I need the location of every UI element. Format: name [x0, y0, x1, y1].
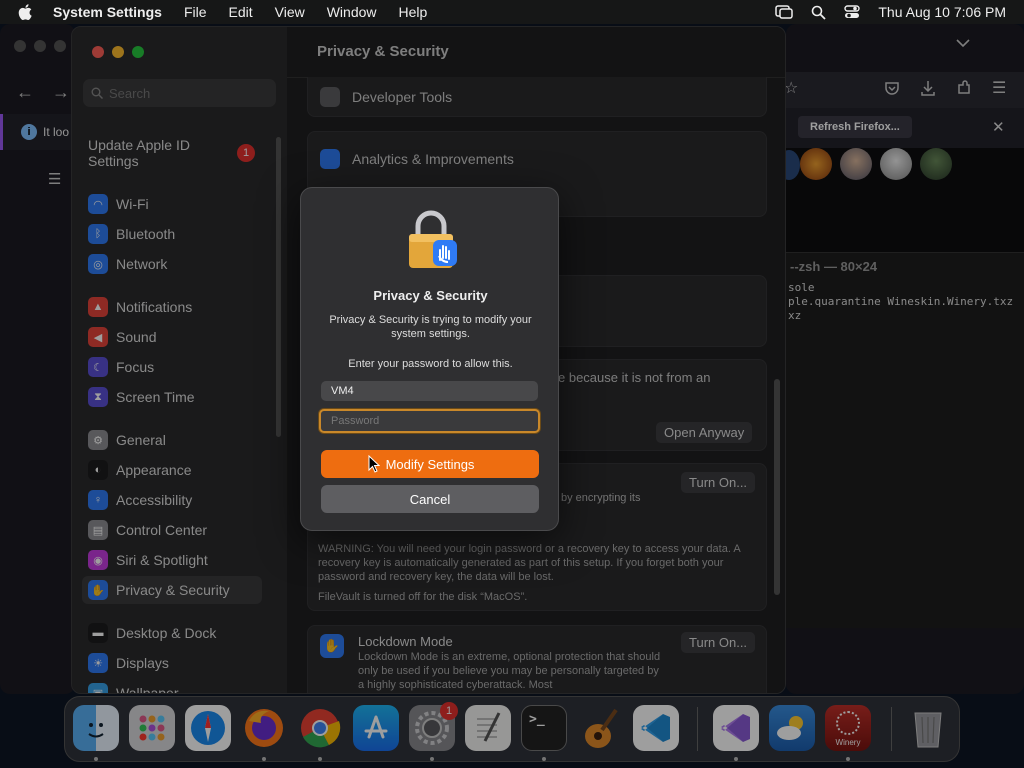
cancel-button[interactable]: Cancel	[321, 485, 539, 513]
modify-settings-button[interactable]: Modify Settings	[321, 450, 539, 478]
mouse-cursor-icon	[368, 454, 381, 478]
menu-help[interactable]: Help	[399, 4, 428, 20]
dialog-title: Privacy & Security	[373, 288, 488, 303]
authorization-dialog: Privacy & Security Privacy & Security is…	[300, 187, 559, 531]
menu-window[interactable]: Window	[327, 4, 377, 20]
lock-hand-icon	[405, 210, 461, 270]
menu-edit[interactable]: Edit	[229, 4, 253, 20]
spotlight-search-icon[interactable]	[811, 5, 826, 20]
dialog-message: Privacy & Security is trying to modify y…	[329, 314, 532, 340]
screen-mirroring-icon[interactable]	[775, 5, 794, 19]
username-field[interactable]	[321, 381, 538, 401]
menu-file[interactable]: File	[184, 4, 207, 20]
apple-menu-icon[interactable]	[18, 4, 32, 20]
menu-view[interactable]: View	[275, 4, 305, 20]
dialog-prompt: Enter your password to allow this.	[348, 358, 513, 370]
menu-bar: System Settings File Edit View Window He…	[0, 0, 1024, 24]
password-field[interactable]	[319, 409, 540, 433]
menu-clock[interactable]: Thu Aug 10 7:06 PM	[878, 4, 1006, 20]
app-menu[interactable]: System Settings	[53, 4, 162, 20]
control-center-icon[interactable]	[844, 5, 861, 19]
